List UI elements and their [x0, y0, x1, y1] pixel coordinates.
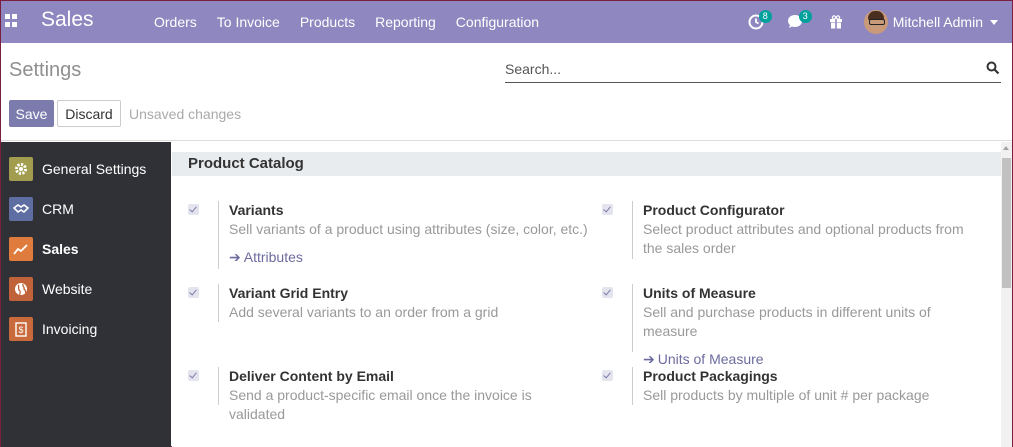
product-packagings-checkbox[interactable] — [602, 370, 613, 381]
top-navbar: Sales Orders To Invoice Products Reporti… — [1, 1, 1012, 43]
scroll-up-arrow-icon[interactable] — [1003, 146, 1009, 150]
sidebar-item-website[interactable]: Website — [1, 269, 171, 309]
setting-description: Send a product-specific email once the i… — [229, 387, 532, 422]
search-icon[interactable] — [986, 61, 1000, 75]
handshake-icon — [9, 197, 33, 221]
sidebar-item-sales[interactable]: Sales — [1, 229, 171, 269]
arrow-right-icon: ➔ — [643, 351, 655, 367]
arrow-right-icon: ➔ — [229, 249, 241, 265]
link-label: Attributes — [243, 249, 303, 265]
gift-button[interactable] — [816, 1, 856, 43]
sidebar-item-label: General Settings — [42, 161, 147, 177]
scrollbar-thumb[interactable] — [1002, 158, 1011, 288]
chart-icon — [9, 237, 33, 261]
setting-title: Product Configurator — [643, 202, 785, 218]
page-title: Settings — [9, 59, 82, 81]
activity-count-badge: 8 — [758, 10, 772, 23]
setting-title: Variants — [229, 202, 284, 218]
menu-orders[interactable]: Orders — [144, 1, 207, 43]
caret-down-icon — [990, 19, 998, 25]
sidebar-item-label: Invoicing — [42, 321, 98, 337]
globe-icon — [9, 277, 33, 301]
control-panel: Settings Save Discard Unsaved changes — [1, 43, 1012, 141]
gift-icon — [829, 15, 842, 29]
settings-sidebar: General Settings CRM Sales Website $ Inv… — [1, 142, 171, 447]
menu-configuration[interactable]: Configuration — [446, 1, 549, 43]
save-button[interactable]: Save — [9, 100, 54, 127]
activity-button[interactable]: 8 — [736, 1, 776, 43]
link-label: Units of Measure — [657, 351, 764, 367]
menu-products[interactable]: Products — [290, 1, 365, 43]
section-title: Product Catalog — [172, 152, 1001, 176]
setting-description: Sell variants of a product using attribu… — [229, 221, 588, 237]
invoice-icon: $ — [9, 317, 33, 341]
menu-to-invoice[interactable]: To Invoice — [207, 1, 290, 43]
messages-button[interactable]: 3 — [776, 1, 816, 43]
app-brand[interactable]: Sales — [41, 8, 94, 32]
user-menu[interactable]: Mitchell Admin — [856, 1, 1012, 43]
discard-button[interactable]: Discard — [57, 100, 121, 127]
user-name: Mitchell Admin — [892, 14, 983, 30]
user-avatar — [863, 10, 888, 34]
unsaved-changes-label: Unsaved changes — [129, 106, 242, 122]
sidebar-item-general-settings[interactable]: General Settings — [1, 149, 171, 189]
setting-title: Product Packagings — [643, 368, 778, 384]
svg-text:$: $ — [18, 325, 23, 335]
units-of-measure-checkbox[interactable] — [602, 287, 613, 298]
sidebar-item-label: Sales — [42, 241, 79, 257]
search-bar — [505, 57, 1001, 83]
setting-description: Sell products by multiple of unit # per … — [643, 387, 930, 403]
systray: 8 3 Mitchell Admin — [736, 1, 1012, 43]
variants-checkbox[interactable] — [188, 204, 199, 215]
variant-grid-entry-checkbox[interactable] — [188, 287, 199, 298]
messages-count-badge: 3 — [798, 10, 812, 23]
setting-description: Sell and purchase products in different … — [643, 304, 931, 339]
apps-menu-icon[interactable] — [5, 14, 19, 28]
setting-description: Select product attributes and optional p… — [643, 221, 964, 256]
search-input[interactable] — [505, 57, 975, 81]
deliver-content-checkbox[interactable] — [188, 370, 199, 381]
setting-title: Units of Measure — [643, 285, 756, 301]
content-scrollbar[interactable] — [1001, 142, 1012, 447]
setting-title: Variant Grid Entry — [229, 285, 349, 301]
product-configurator-checkbox[interactable] — [602, 204, 613, 215]
menu-reporting[interactable]: Reporting — [365, 1, 446, 43]
units-of-measure-link[interactable]: ➔ Units of Measure — [643, 350, 987, 368]
sidebar-item-label: CRM — [42, 201, 74, 217]
sidebar-item-invoicing[interactable]: $ Invoicing — [1, 309, 171, 349]
gear-icon — [9, 157, 33, 181]
sidebar-item-crm[interactable]: CRM — [1, 189, 171, 229]
main-menu: Orders To Invoice Products Reporting Con… — [144, 1, 549, 43]
attributes-link[interactable]: ➔ Attributes — [229, 248, 588, 266]
settings-content: Product Catalog Variants Sell variants o… — [172, 142, 1001, 447]
sidebar-item-label: Website — [42, 281, 93, 297]
setting-description: Add several variants to an order from a … — [229, 304, 499, 320]
setting-title: Deliver Content by Email — [229, 368, 394, 384]
